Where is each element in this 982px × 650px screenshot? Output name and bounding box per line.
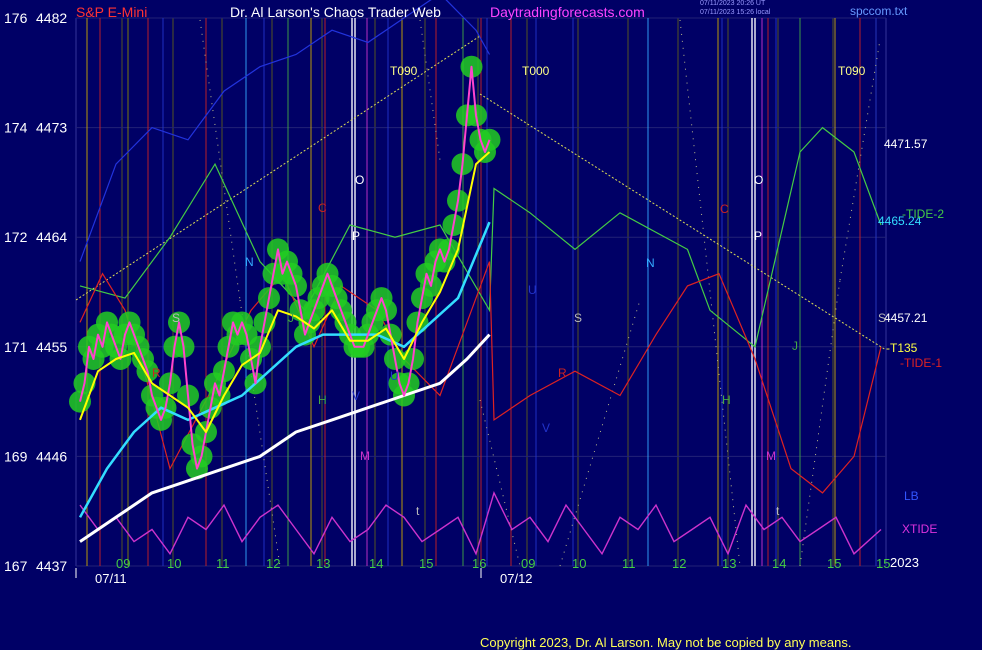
hour-label-7: 16 xyxy=(472,556,486,571)
timing-label-1: T000 xyxy=(522,64,550,78)
planet-letter-15: N xyxy=(646,256,655,270)
planet-letter-10: U xyxy=(390,369,399,383)
hour-label-13: 14 xyxy=(772,556,786,571)
xtide-label: XTIDE xyxy=(902,522,937,536)
planet-letter-3: N xyxy=(245,255,254,269)
hour-label-1: 10 xyxy=(167,556,181,571)
right-label-2: 4457.21 xyxy=(884,311,928,325)
planet-letter-14: C xyxy=(720,202,729,216)
timing-label-2: T090 xyxy=(838,64,866,78)
planet-letter-2: C xyxy=(318,201,327,215)
copyright: Copyright 2023, Dr. Al Larson. May not b… xyxy=(480,635,852,650)
hour-label-5: 14 xyxy=(369,556,383,571)
left-axis-v-4: 169 xyxy=(4,448,28,464)
left-axis-v-5: 167 xyxy=(4,558,28,574)
instrument-label: S&P E-Mini xyxy=(76,4,148,20)
planet-letter-20: M xyxy=(766,449,776,463)
planet-letter-7: H xyxy=(318,393,327,407)
hour-label-2: 11 xyxy=(216,556,230,571)
planet-letter-12: O xyxy=(754,173,763,187)
left-axis-p-5: 4437 xyxy=(36,558,67,574)
planet-letter-19: H xyxy=(722,393,731,407)
hour-label-12: 13 xyxy=(722,556,736,571)
planet-letter-6: J xyxy=(288,311,294,325)
planet-letter-18: J xyxy=(792,339,798,353)
hour-label-4: 13 xyxy=(316,556,330,571)
tide1-label: -TIDE-1 xyxy=(900,356,942,370)
timestamp-line-2: 07/11/2023 15:26 local xyxy=(700,9,771,16)
planet-letter-4: S xyxy=(172,311,180,325)
author-label: Dr. Al Larson's Chaos Trader Web xyxy=(230,4,441,20)
year-label: 2023 xyxy=(890,555,919,570)
site-link[interactable]: Daytradingforecasts.com xyxy=(490,4,645,20)
right-label-0: 4471.57 xyxy=(884,137,928,151)
timestamp-line-1: 07/11/2023 20:26 UT xyxy=(700,0,766,7)
planet-letter-5: R xyxy=(152,366,161,380)
left-axis-p-0: 4482 xyxy=(36,10,67,26)
right-label-3: -T135 xyxy=(886,341,918,355)
left-axis-p-3: 4455 xyxy=(36,339,67,355)
hour-label-15: 15 xyxy=(876,556,890,571)
planet-letter-8: M xyxy=(360,449,370,463)
hour-label-11: 12 xyxy=(672,556,686,571)
hour-label-3: 12 xyxy=(266,556,280,571)
chaos-chart: 176 4482 174 4473 172 4464 171 4455 169 4446 167 44… xyxy=(0,0,982,650)
price-halo-point-91 xyxy=(478,128,501,151)
hour-label-8: 09 xyxy=(521,556,535,571)
planet-letter-0: O xyxy=(355,173,364,187)
planet-letter-13: P xyxy=(754,229,762,243)
planet-letter-9: V xyxy=(352,389,360,403)
hour-label-6: 15 xyxy=(419,556,433,571)
hour-label-9: 10 xyxy=(572,556,586,571)
left-axis-v-0: 176 xyxy=(4,10,28,26)
planet-letter-21: V xyxy=(542,421,550,435)
hour-label-0: 09 xyxy=(116,556,130,571)
planet-letter-24: S xyxy=(878,311,886,325)
left-axis-p-1: 4473 xyxy=(36,120,67,136)
date-label-1: 07/12 xyxy=(500,571,533,586)
left-axis-v-1: 174 xyxy=(4,120,28,136)
left-axis-p-2: 4464 xyxy=(36,229,67,245)
hour-label-14: 15 xyxy=(827,556,841,571)
hour-label-10: 11 xyxy=(622,556,636,571)
timing-label-0: T090 xyxy=(390,64,418,78)
tide2-label: -TIDE-2 xyxy=(902,207,944,221)
left-axis-p-4: 4446 xyxy=(36,448,67,464)
lb-label: LB xyxy=(904,489,919,503)
date-label-0: 07/11 xyxy=(95,571,127,586)
file-label: spccom.txt xyxy=(850,4,908,18)
planet-letter-22: U xyxy=(528,283,537,297)
planet-letter-17: R xyxy=(558,366,567,380)
left-axis-v-2: 172 xyxy=(4,229,28,245)
planet-letter-16: S xyxy=(574,311,582,325)
planet-letter-1: P xyxy=(352,229,360,243)
left-axis-v-3: 171 xyxy=(4,339,28,355)
